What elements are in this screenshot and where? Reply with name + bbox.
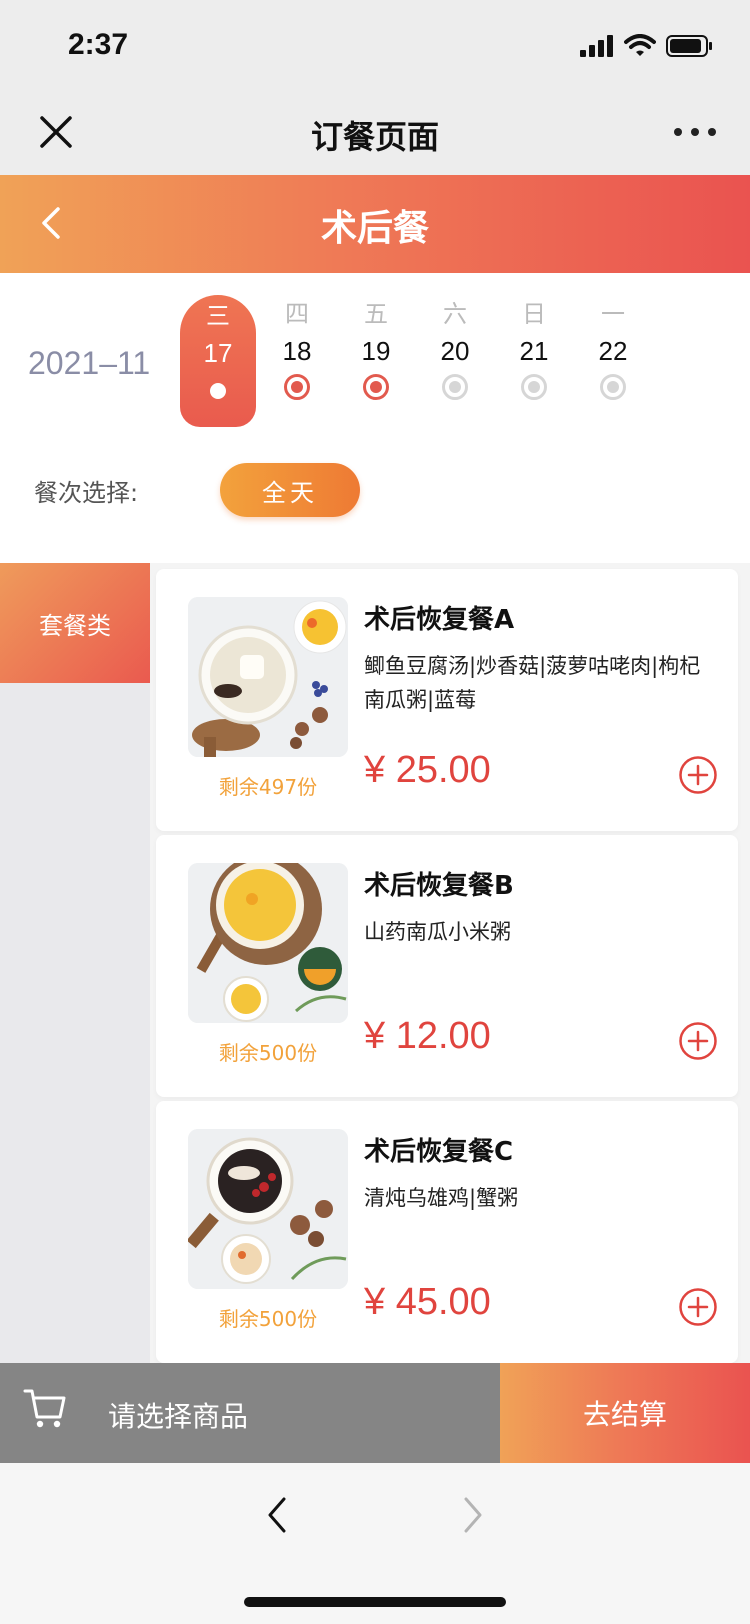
product-description: 清炖乌雄鸡|蟹粥 [364, 1186, 519, 1210]
weekday-label: 五 [364, 300, 388, 328]
wechat-nav-bar: 订餐页面 [0, 100, 750, 175]
header-title: 术后餐 [320, 208, 429, 249]
date-label: 18 [282, 336, 312, 366]
weekday-label: 一 [601, 300, 625, 328]
date-label: 20 [440, 336, 470, 366]
status-bar: 2:37 [0, 0, 750, 100]
product-card[interactable]: 剩余500份 术后恢复餐B 山药南瓜小米粥 ¥ 12.00 [156, 835, 738, 1097]
wifi-icon [624, 34, 656, 56]
day-19[interactable]: 五 19 [341, 297, 411, 417]
unavailable-dot [521, 374, 547, 400]
product-name: 术后恢复餐C [364, 1137, 514, 1167]
product-list: 剩余497份 术后恢复餐A 鲫鱼豆腐汤|炒香菇|菠萝咕咾肉|枸杞南瓜粥|蓝莓 ¥… [150, 563, 750, 1363]
weekday-label: 日 [522, 300, 546, 328]
category-item-combo[interactable]: 套餐类 [0, 563, 150, 683]
date-selector: 2021–11 三 17 四 18 五 19 六 20 日 21 一 22 餐次… [0, 273, 750, 563]
product-image [188, 863, 348, 1023]
product-name: 术后恢复餐A [364, 605, 515, 635]
product-price: ¥ 45.00 [364, 1281, 491, 1323]
product-name: 术后恢复餐B [364, 871, 514, 901]
selected-dot [210, 383, 226, 399]
product-price: ¥ 12.00 [364, 1015, 491, 1057]
date-label: 21 [519, 336, 549, 366]
more-icon[interactable] [674, 128, 716, 136]
status-time: 2:37 [68, 28, 129, 61]
shopping-cart-icon[interactable] [22, 1385, 68, 1431]
product-image [188, 1129, 348, 1289]
weekday-label: 六 [443, 300, 467, 328]
date-label: 19 [361, 336, 391, 366]
product-card[interactable]: 剩余497份 术后恢复餐A 鲫鱼豆腐汤|炒香菇|菠萝咕咾肉|枸杞南瓜粥|蓝莓 ¥… [156, 569, 738, 831]
product-price: ¥ 25.00 [364, 749, 491, 791]
unavailable-dot [442, 374, 468, 400]
browser-forward-icon[interactable] [458, 1493, 488, 1537]
cart-status-label: 请选择商品 [108, 1400, 249, 1433]
stock-remaining: 剩余497份 [218, 775, 318, 799]
add-to-cart-icon[interactable] [678, 1021, 718, 1061]
weekday-label: 三 [206, 302, 230, 330]
status-icons [580, 34, 714, 58]
add-to-cart-icon[interactable] [678, 1287, 718, 1327]
day-20[interactable]: 六 20 [420, 297, 490, 417]
add-to-cart-icon[interactable] [678, 755, 718, 795]
product-description: 鲫鱼豆腐汤|炒香菇|菠萝咕咾肉|枸杞南瓜粥|蓝莓 [364, 654, 701, 712]
home-indicator[interactable] [244, 1597, 506, 1607]
product-description: 山药南瓜小米粥 [364, 920, 511, 944]
weekday-label: 四 [285, 300, 309, 328]
browser-toolbar [0, 1463, 750, 1624]
battery-icon [666, 35, 712, 57]
stock-remaining: 剩余500份 [218, 1041, 318, 1065]
product-image [188, 597, 348, 757]
date-label: 17 [203, 338, 233, 368]
unavailable-dot [600, 374, 626, 400]
meal-selection-label: 餐次选择: [34, 479, 139, 507]
day-21[interactable]: 日 21 [499, 297, 569, 417]
checkout-button[interactable]: 去结算 [500, 1363, 750, 1463]
day-17[interactable]: 三 17 [180, 295, 256, 427]
category-sidebar: 套餐类 [0, 563, 150, 1363]
browser-back-icon[interactable] [262, 1493, 292, 1537]
signal-icon [580, 35, 613, 57]
day-18[interactable]: 四 18 [262, 297, 332, 417]
year-month-label: 2021–11 [28, 345, 151, 381]
available-dot [363, 374, 389, 400]
meal-option-all-day-button[interactable]: 全天 [220, 463, 360, 517]
stock-remaining: 剩余500份 [218, 1307, 318, 1331]
page-title: 订餐页面 [310, 118, 439, 156]
page-header: 术后餐 [0, 175, 750, 273]
available-dot [284, 374, 310, 400]
cart-bar: 请选择商品 去结算 [0, 1363, 750, 1463]
day-22[interactable]: 一 22 [578, 297, 648, 417]
date-label: 22 [598, 336, 628, 366]
product-card[interactable]: 剩余500份 术后恢复餐C 清炖乌雄鸡|蟹粥 ¥ 45.00 [156, 1101, 738, 1363]
